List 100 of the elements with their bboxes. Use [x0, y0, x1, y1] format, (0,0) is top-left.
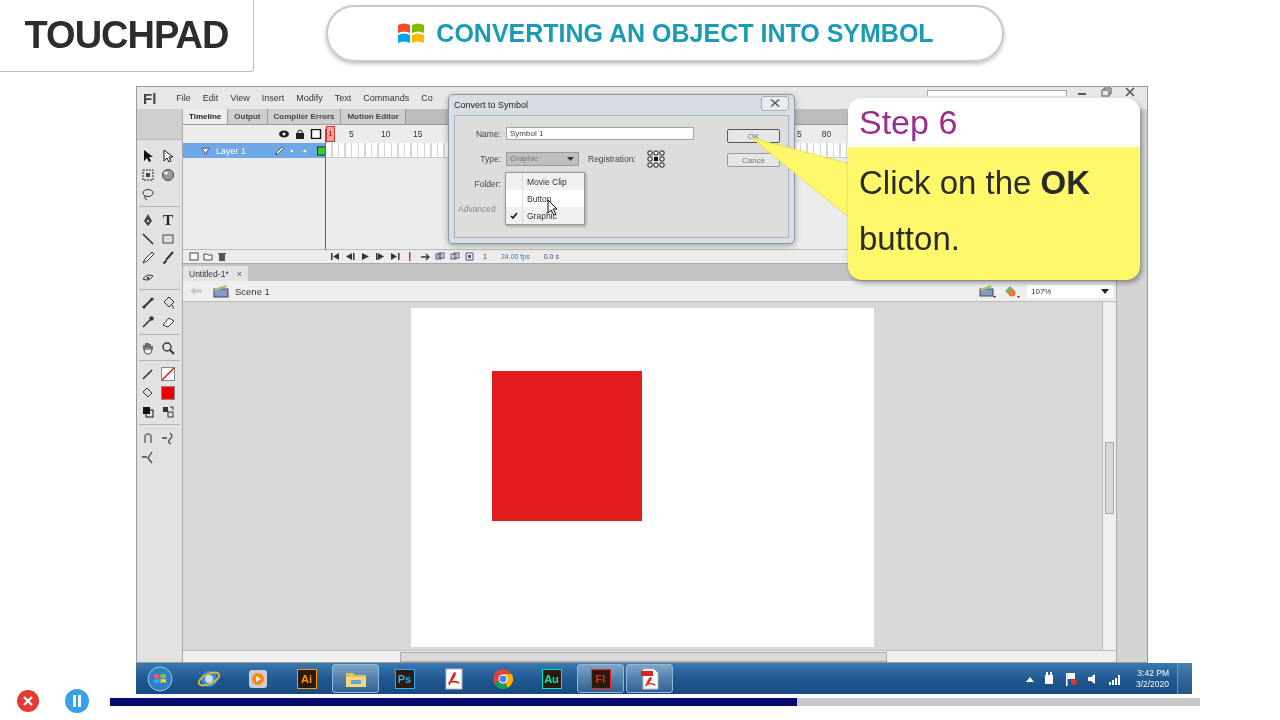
pen-icon[interactable] [141, 212, 155, 227]
loop-icon[interactable] [420, 252, 430, 261]
taskbar-button[interactable] [332, 664, 379, 693]
panel-tab[interactable]: Timeline [183, 109, 229, 124]
menu-item[interactable]: Co [421, 93, 433, 103]
outline-icon[interactable] [310, 129, 322, 139]
scroll-thumb[interactable] [1105, 442, 1114, 514]
fill-swatch-icon[interactable] [161, 385, 175, 400]
menu-item[interactable]: Commands [363, 93, 410, 103]
new-layer-icon[interactable] [189, 252, 199, 261]
taskbar-button[interactable]: Ps [381, 664, 428, 693]
close-button[interactable]: × [236, 268, 242, 279]
close-icon[interactable] [16, 689, 40, 713]
taskbar-button[interactable]: Ai [283, 664, 330, 693]
pencil-icon [274, 145, 284, 156]
frame-number: 10 [381, 129, 392, 139]
subselect-arrow-icon[interactable] [161, 148, 175, 163]
registration-grid-icon[interactable] [646, 149, 665, 168]
menu-item[interactable]: Button [506, 190, 584, 207]
pencil-icon[interactable] [141, 250, 155, 265]
smooth-icon[interactable] [161, 430, 175, 445]
last-frame-icon[interactable] [390, 252, 400, 261]
line-icon[interactable] [141, 231, 155, 246]
clock-time[interactable]: 3:42 PM [1137, 667, 1169, 679]
scroll-thumb[interactable] [400, 651, 887, 662]
markers-icon[interactable] [465, 252, 475, 261]
folder-icon[interactable] [203, 252, 213, 261]
menu-item[interactable]: Graphic [506, 207, 584, 224]
zoom-value[interactable]: 107% [1031, 286, 1052, 296]
app-tile[interactable]: Ps [394, 668, 415, 689]
paint-bucket-icon[interactable] [141, 385, 155, 400]
restore-icon[interactable] [1099, 87, 1113, 97]
taskbar-button[interactable]: Fl [577, 664, 624, 693]
document-tab[interactable]: Untitled-1* × [183, 266, 248, 281]
field-label: Folder: [473, 178, 501, 189]
stroke-swatch-icon[interactable] [161, 366, 175, 381]
caret-icon[interactable] [1025, 675, 1034, 682]
straighten-icon[interactable] [141, 449, 155, 464]
pause-icon[interactable] [64, 688, 90, 714]
cancel-button[interactable]: Cance [727, 153, 780, 167]
horizontal-scrollbar[interactable] [183, 650, 1116, 662]
eye-icon[interactable] [278, 129, 290, 139]
bone-icon[interactable] [141, 295, 155, 310]
panel-tab[interactable]: Compiler Errors [267, 109, 342, 124]
menu-item[interactable]: Modify [296, 93, 323, 103]
first-frame-icon[interactable] [330, 252, 340, 261]
option-label[interactable]: Graphic [523, 210, 557, 221]
selection-arrow-icon[interactable] [141, 148, 155, 163]
eyedropper-icon[interactable] [141, 314, 155, 329]
frame-number: 15 [413, 129, 424, 139]
start-orb-icon[interactable] [146, 665, 173, 692]
taskbar-button[interactable]: Au [528, 664, 575, 693]
edit-scene-icon[interactable] [979, 284, 997, 298]
close-button[interactable] [761, 95, 789, 111]
step-back-icon[interactable] [345, 252, 355, 261]
default-colors-icon[interactable] [141, 404, 155, 419]
search-icon[interactable] [161, 340, 175, 355]
edit-frames-icon[interactable] [450, 252, 460, 261]
flag-icon[interactable] [1063, 671, 1078, 686]
play-icon[interactable] [360, 252, 370, 261]
zoom-dropdown[interactable]: 107% [1027, 284, 1113, 298]
close-icon[interactable] [770, 99, 780, 107]
menu-item[interactable]: Edit [202, 93, 219, 103]
menu-item[interactable]: File [176, 93, 191, 103]
panel-tab[interactable]: Output [228, 109, 268, 124]
menu-item[interactable]: Text [334, 93, 352, 103]
sphere-icon[interactable] [161, 167, 175, 182]
progress-track[interactable] [110, 698, 1200, 706]
menu-item[interactable]: View [230, 93, 250, 103]
lasso-icon[interactable] [141, 186, 155, 201]
panel-tab[interactable]: Motion Editor [341, 109, 406, 124]
close-icon[interactable] [1123, 87, 1137, 97]
dot-icon[interactable] [289, 148, 294, 153]
hand-icon[interactable] [141, 340, 155, 355]
lock-icon[interactable] [294, 129, 306, 139]
input-field[interactable] [927, 90, 1067, 96]
paint-bucket-icon[interactable] [161, 295, 175, 310]
caret-icon[interactable] [1101, 288, 1109, 294]
pencil-icon[interactable] [141, 366, 155, 381]
transform-icon[interactable] [141, 167, 155, 182]
vertical-scrollbar[interactable] [1102, 302, 1116, 650]
app-tile[interactable]: Au [541, 668, 562, 689]
brush-icon[interactable] [161, 250, 175, 265]
clock-date[interactable]: 3/2/2020 [1135, 678, 1169, 690]
text-tool[interactable]: T [161, 212, 175, 227]
option-label[interactable]: Movie Clip [523, 176, 567, 187]
app-tile[interactable]: Ai [296, 668, 317, 689]
outline-color-icon[interactable] [316, 145, 326, 156]
name-field[interactable]: Symbol 1 [506, 127, 694, 140]
caret-icon[interactable] [566, 155, 575, 162]
menu-item[interactable]: Insert [261, 93, 285, 103]
step-forward-icon[interactable] [375, 252, 385, 261]
ok-button[interactable]: OK [727, 129, 780, 143]
option-label[interactable]: Button [523, 193, 552, 204]
onion-outline-icon[interactable] [435, 252, 445, 261]
document-title[interactable]: Untitled-1* [189, 268, 229, 279]
taskbar-button[interactable] [626, 664, 673, 693]
trash-icon[interactable] [217, 252, 227, 261]
swap-colors-icon[interactable] [161, 404, 175, 419]
app-tile[interactable]: Fl [590, 668, 611, 689]
